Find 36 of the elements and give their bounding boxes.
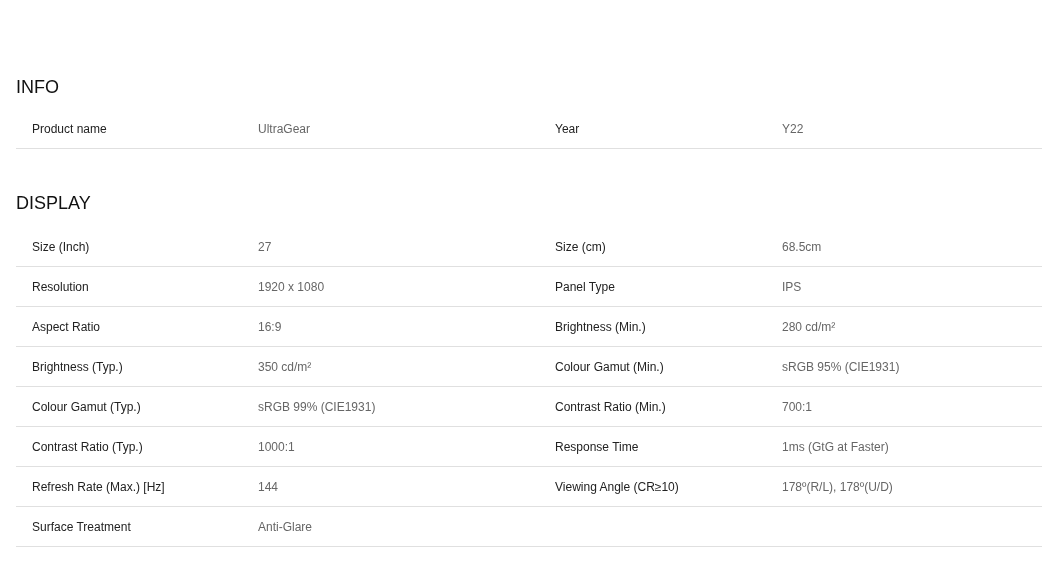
spec-value: Y22 (782, 121, 804, 136)
section-heading: DISPLAY (16, 192, 91, 215)
spec-label: Brightness (Typ.) (32, 359, 123, 374)
spec-value: 350 cd/m² (258, 359, 312, 374)
spec-value: IPS (782, 279, 802, 294)
spec-label: Contrast Ratio (Typ.) (32, 439, 143, 454)
spec-value: UltraGear (258, 121, 310, 136)
spec-label: Product name (32, 121, 107, 136)
spec-value: sRGB 95% (CIE1931) (782, 359, 900, 374)
spec-value: 1ms (GtG at Faster) (782, 439, 889, 454)
spec-value: 16:9 (258, 319, 282, 334)
spec-label: Colour Gamut (Typ.) (32, 399, 141, 414)
spec-label: Brightness (Min.) (555, 319, 646, 334)
spec-label: Contrast Ratio (Min.) (555, 399, 666, 414)
spec-label: Refresh Rate (Max.) [Hz] (32, 479, 165, 494)
section-heading: INFO (16, 76, 59, 99)
spec-label: Viewing Angle (CR≥10) (555, 479, 679, 494)
spec-value: Anti-Glare (258, 519, 313, 534)
spec-value: 700:1 (782, 399, 813, 414)
spec-label: Size (Inch) (32, 239, 90, 254)
spec-label: Colour Gamut (Min.) (555, 359, 664, 374)
spec-value: 280 cd/m² (782, 319, 836, 334)
spec-value: 1000:1 (258, 439, 295, 454)
spec-value: 144 (258, 479, 279, 494)
spec-label: Size (cm) (555, 239, 606, 254)
spec-label: Surface Treatment (32, 519, 131, 534)
spec-value: 1920 x 1080 (258, 279, 325, 294)
spec-label: Response Time (555, 439, 639, 454)
spec-label: Aspect Ratio (32, 319, 101, 334)
spec-label: Year (555, 121, 580, 136)
spec-label: Resolution (32, 279, 89, 294)
spec-value: sRGB 99% (CIE1931) (258, 399, 376, 414)
spec-value: 27 (258, 239, 272, 254)
spec-label: Panel Type (555, 279, 615, 294)
spec-value: 68.5cm (782, 239, 822, 254)
spec-value: 178º(R/L), 178º(U/D) (782, 479, 893, 494)
